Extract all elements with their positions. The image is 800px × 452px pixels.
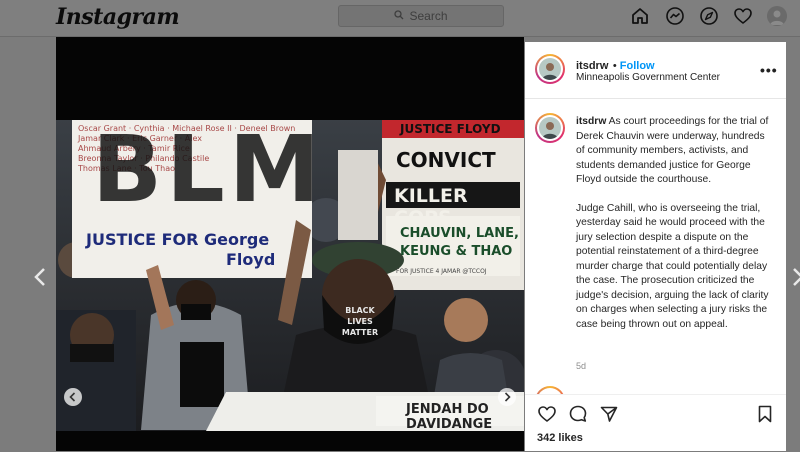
author-avatar[interactable] bbox=[535, 54, 565, 84]
sign-right-header: JUSTICE FLOYD bbox=[400, 122, 501, 136]
prev-post-arrow-icon[interactable] bbox=[32, 265, 48, 289]
next-comment-avatar[interactable] bbox=[535, 386, 565, 394]
likes-count[interactable]: 342 likes bbox=[537, 432, 583, 444]
explore-icon[interactable] bbox=[699, 6, 719, 26]
instagram-logo[interactable]: Instagram bbox=[56, 4, 180, 30]
banner-text: JENDAH DO DAVIDANGE bbox=[406, 402, 493, 431]
media-bottom-strip bbox=[56, 431, 524, 451]
search-placeholder: Search bbox=[409, 9, 448, 23]
post-actions-bar: 342 likes bbox=[525, 394, 786, 452]
save-bookmark-icon[interactable] bbox=[755, 404, 775, 424]
photo-next-button[interactable] bbox=[498, 388, 516, 406]
sign-killer-cops: KILLER COPS bbox=[394, 185, 468, 229]
post-caption: itsdrw As court proceedings for the tria… bbox=[576, 115, 771, 346]
comment-icon[interactable] bbox=[568, 404, 588, 424]
sign-names-2: KEUNG & THAO bbox=[400, 244, 513, 259]
post-header: itsdrw • Follow Minneapolis Government C… bbox=[525, 42, 786, 99]
sign-names-1: CHAUVIN, LANE, bbox=[400, 226, 519, 241]
sign-justice-line1: JUSTICE FOR George bbox=[86, 230, 270, 249]
photo-prev-button[interactable] bbox=[64, 388, 82, 406]
post-side-panel: itsdrw • Follow Minneapolis Government C… bbox=[525, 42, 786, 451]
heart-icon[interactable] bbox=[733, 6, 753, 26]
mask-text: BLACK LIVES MATTER bbox=[341, 306, 379, 337]
top-nav-bar: Instagram Search bbox=[0, 0, 800, 37]
like-heart-icon[interactable] bbox=[537, 404, 557, 424]
profile-avatar[interactable] bbox=[767, 6, 787, 26]
search-icon bbox=[394, 9, 404, 23]
author-username[interactable]: itsdrw bbox=[576, 60, 608, 72]
caption-paragraph-2: Judge Cahill, who is overseeing the tria… bbox=[576, 202, 769, 330]
caption-author-avatar[interactable] bbox=[535, 113, 565, 143]
home-icon[interactable] bbox=[630, 6, 650, 26]
sign-footer: FOR JUSTICE 4 JAMAR @TCCOJ bbox=[396, 268, 487, 275]
comments-area: itsdrw As court proceedings for the tria… bbox=[525, 99, 786, 394]
sign-justice-line2: Floyd bbox=[226, 250, 276, 269]
share-icon[interactable] bbox=[599, 404, 619, 424]
post-location[interactable]: Minneapolis Government Center bbox=[576, 72, 720, 83]
messenger-icon[interactable] bbox=[665, 6, 685, 26]
sign-blm-text: BLM bbox=[92, 120, 325, 223]
sign-convict: CONVICT bbox=[396, 148, 496, 172]
follow-button[interactable]: Follow bbox=[620, 60, 655, 72]
next-post-arrow-icon[interactable] bbox=[790, 265, 800, 289]
search-bar[interactable]: Search bbox=[338, 5, 504, 27]
more-options-icon[interactable]: ••• bbox=[760, 62, 778, 78]
caption-username[interactable]: itsdrw bbox=[576, 116, 606, 127]
separator-dot: • bbox=[612, 60, 620, 72]
caption-timestamp: 5d bbox=[576, 361, 587, 371]
post-photo[interactable]: Oscar Grant · Cynthia · Michael Rose II … bbox=[56, 120, 524, 431]
